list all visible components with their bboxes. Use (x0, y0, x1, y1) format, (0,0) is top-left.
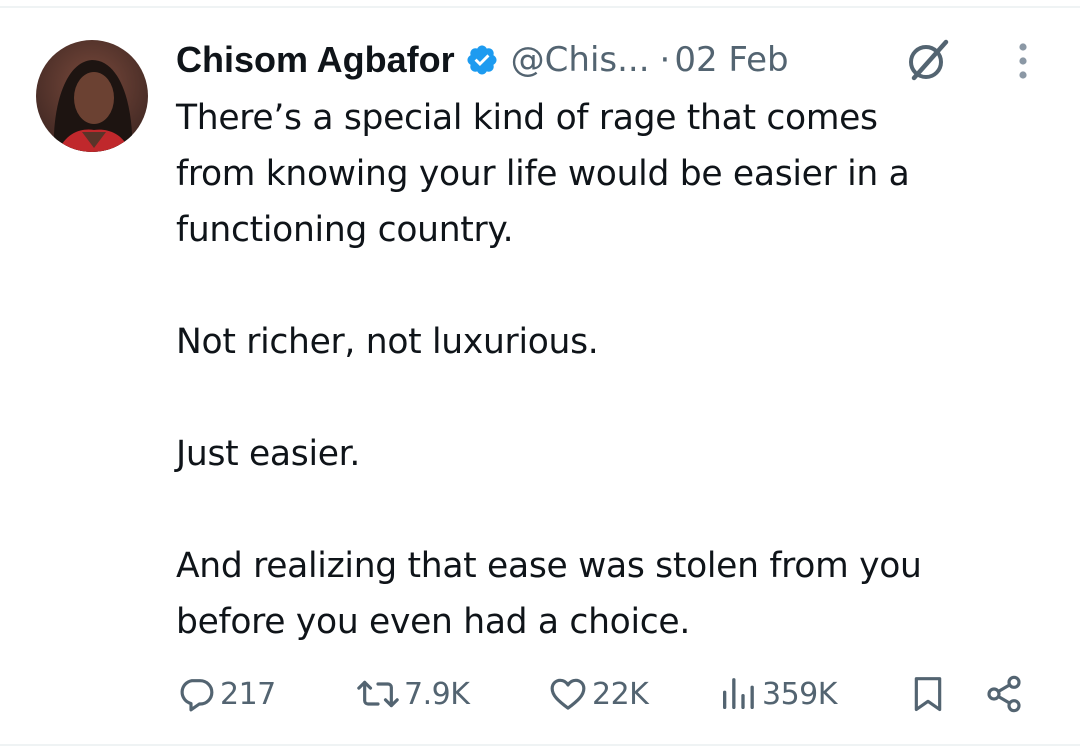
tweet-line: There’s a special kind of rage that come… (176, 98, 878, 138)
reply-icon (176, 674, 216, 714)
separator-dot: · (659, 40, 671, 80)
tweet-line: Just easier. (176, 434, 361, 474)
bookmark-icon (908, 673, 948, 715)
like-button[interactable]: 22K (548, 664, 649, 724)
views-count: 359K (762, 676, 837, 712)
reply-count: 217 (220, 676, 276, 712)
tweet-line: Not richer, not luxurious. (176, 322, 599, 362)
repost-icon (356, 674, 400, 714)
reply-button[interactable]: 217 (176, 664, 276, 724)
share-icon (984, 674, 1024, 714)
tweet-line: And realizing that ease was stolen from … (176, 546, 922, 586)
bookmark-button[interactable] (908, 664, 948, 724)
handle[interactable]: @Chis... (511, 40, 650, 80)
tweet-line: before you even had a choice. (176, 602, 691, 642)
views-button[interactable]: 359K (718, 664, 837, 724)
bottom-divider (0, 744, 1080, 746)
avatar-image (36, 40, 148, 152)
more-vertical-icon[interactable] (1010, 40, 1036, 82)
like-count: 22K (592, 676, 649, 712)
heart-icon (548, 674, 588, 714)
tweet-text: There’s a special kind of rage that come… (176, 90, 1056, 650)
share-button[interactable] (984, 664, 1024, 724)
avatar[interactable] (36, 40, 148, 152)
display-name[interactable]: Chisom Agbafor (176, 39, 455, 81)
top-divider (0, 6, 1080, 8)
tweet-header: Chisom Agbafor @Chis... · 02 Feb (176, 36, 789, 84)
repost-button[interactable]: 7.9K (356, 664, 470, 724)
tweet-line: from knowing your life would be easier i… (176, 154, 910, 194)
repost-count: 7.9K (404, 676, 470, 712)
tweet-date[interactable]: 02 Feb (674, 40, 788, 80)
grok-icon[interactable] (904, 36, 952, 84)
verified-badge-icon (465, 43, 499, 77)
tweet-line: functioning country. (176, 210, 514, 250)
views-chart-icon (718, 674, 758, 714)
